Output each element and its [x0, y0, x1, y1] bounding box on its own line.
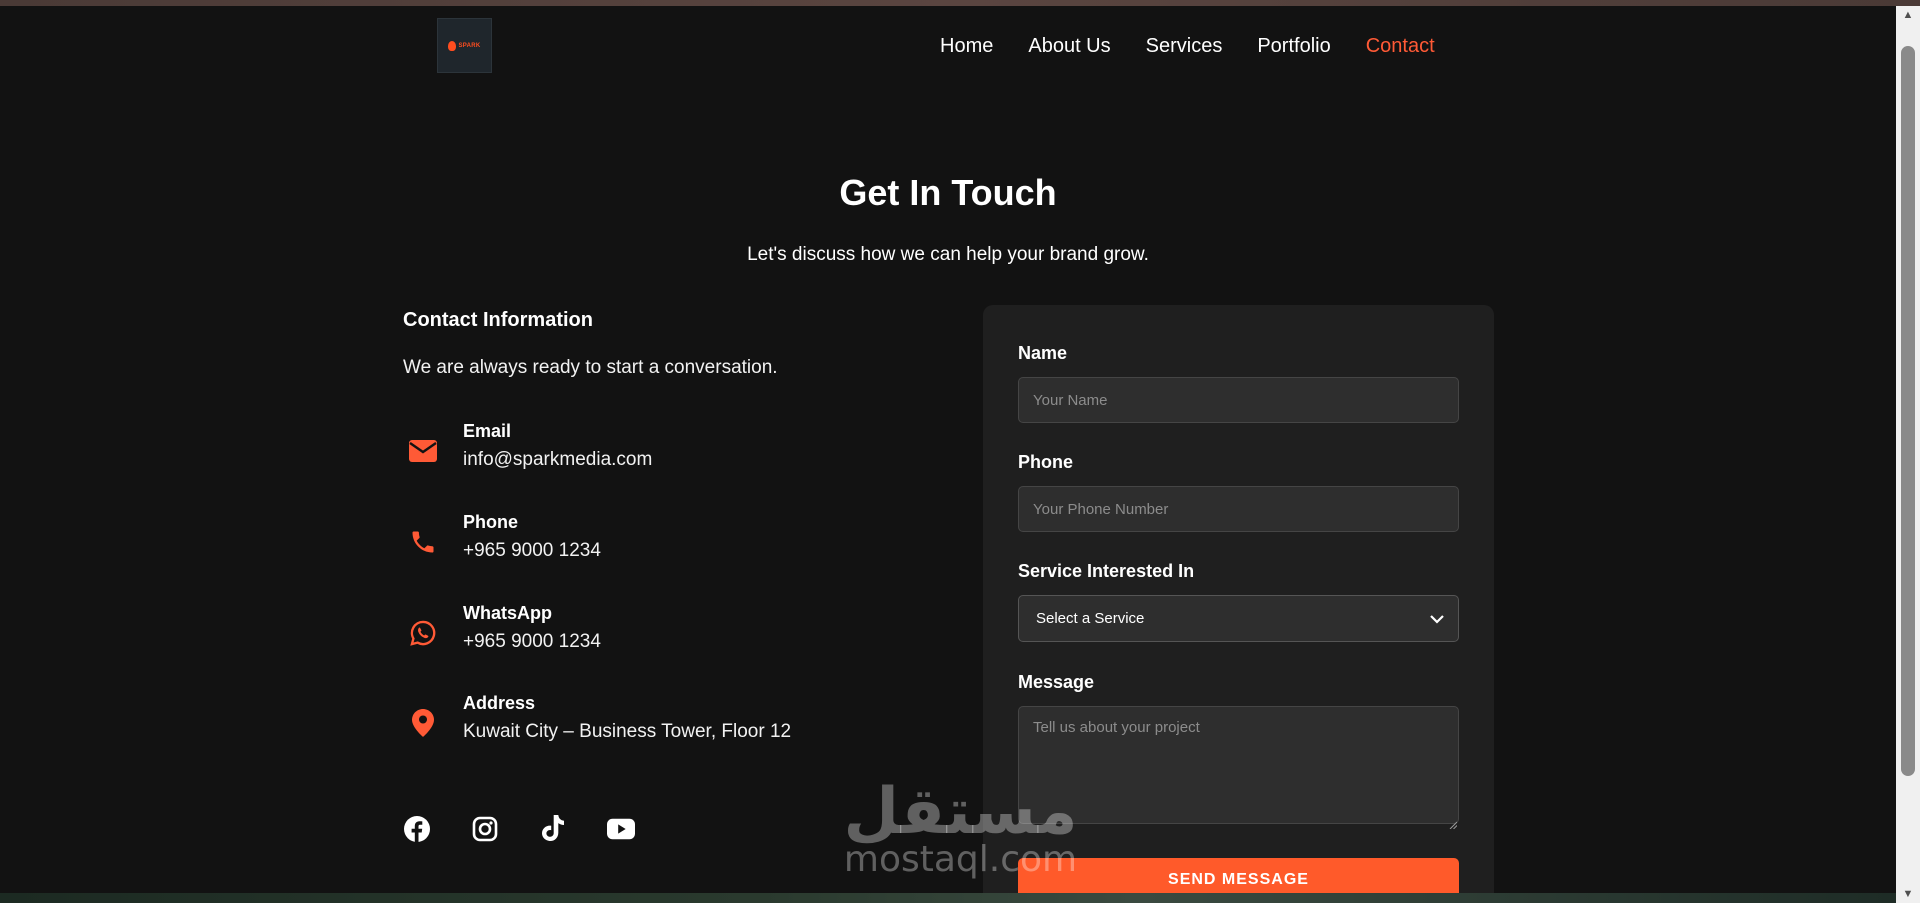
nav-home[interactable]: Home [940, 35, 993, 58]
spark-media-logo-icon: SPARK [448, 40, 481, 51]
youtube-icon[interactable] [607, 815, 635, 843]
watermark: مستقل mostaql.com [843, 780, 1078, 880]
logo-wordmark: SPARK [458, 42, 481, 49]
service-label: Service Interested In [1018, 561, 1195, 581]
logo-flame-shape [448, 40, 457, 51]
contact-item-label: Email [463, 421, 512, 441]
site-logo[interactable]: SPARK [437, 18, 492, 73]
page-subtitle: Let's discuss how we can help your brand… [747, 244, 1149, 265]
envelope-icon [403, 431, 443, 471]
main-nav: Home About Us Services Portfolio Contact [940, 26, 1435, 66]
contact-item-email: Email info@sparkmedia.com [403, 421, 923, 481]
contact-item-label: Phone [463, 512, 519, 532]
name-label: Name [1018, 343, 1068, 363]
phone-label: Phone [1018, 452, 1074, 472]
contact-info-heading: Contact Information [403, 309, 593, 331]
chevron-down-icon [1428, 610, 1446, 628]
nav-contact[interactable]: Contact [1366, 35, 1435, 58]
scroll-down-arrow-icon[interactable]: ▼ [1896, 885, 1920, 903]
phone-icon [403, 522, 443, 562]
contact-item-phone: Phone +965 9000 1234 [403, 512, 923, 572]
nav-about-us[interactable]: About Us [1028, 35, 1110, 58]
email-value[interactable]: info@sparkmedia.com [463, 449, 652, 471]
contact-info-intro: We are always ready to start a conversat… [403, 357, 778, 378]
address-value: Kuwait City – Business Tower, Floor 12 [463, 721, 792, 742]
instagram-icon[interactable] [471, 815, 499, 843]
phone-input[interactable] [1018, 486, 1459, 532]
facebook-icon[interactable] [403, 815, 431, 843]
taskbar-strip [0, 893, 1896, 903]
map-pin-icon [403, 703, 443, 743]
contact-item-whatsapp: WhatsApp +965 9000 1234 [403, 603, 923, 663]
contact-item-address: Address Kuwait City – Business Tower, Fl… [403, 693, 923, 753]
whatsapp-icon [403, 613, 443, 653]
page-title: Get In Touch [839, 172, 1057, 213]
service-select[interactable]: Select a Service [1018, 595, 1459, 642]
scrollbar-thumb[interactable] [1901, 46, 1915, 776]
scroll-up-arrow-icon[interactable]: ▲ [1896, 6, 1920, 24]
watermark-arabic: مستقل [843, 775, 1078, 849]
contact-item-label: WhatsApp [463, 603, 552, 623]
watermark-latin: mostaql.com [843, 839, 1078, 880]
service-select-value: Select a Service [1036, 610, 1145, 627]
name-input[interactable] [1018, 377, 1459, 423]
message-textarea[interactable] [1018, 706, 1459, 824]
phone-value[interactable]: +965 9000 1234 [463, 540, 601, 562]
contact-item-label: Address [463, 693, 536, 713]
page-scrollbar[interactable]: ▲ ▼ [1896, 6, 1920, 903]
social-links [403, 814, 675, 844]
site-header: SPARK Home About Us Services Portfolio C… [0, 6, 1896, 86]
whatsapp-value[interactable]: +965 9000 1234 [463, 631, 601, 653]
message-label: Message [1018, 672, 1095, 692]
nav-portfolio[interactable]: Portfolio [1257, 35, 1330, 58]
tiktok-icon[interactable] [539, 815, 567, 843]
resize-grip-icon[interactable] [1449, 816, 1458, 830]
nav-services[interactable]: Services [1146, 35, 1223, 58]
